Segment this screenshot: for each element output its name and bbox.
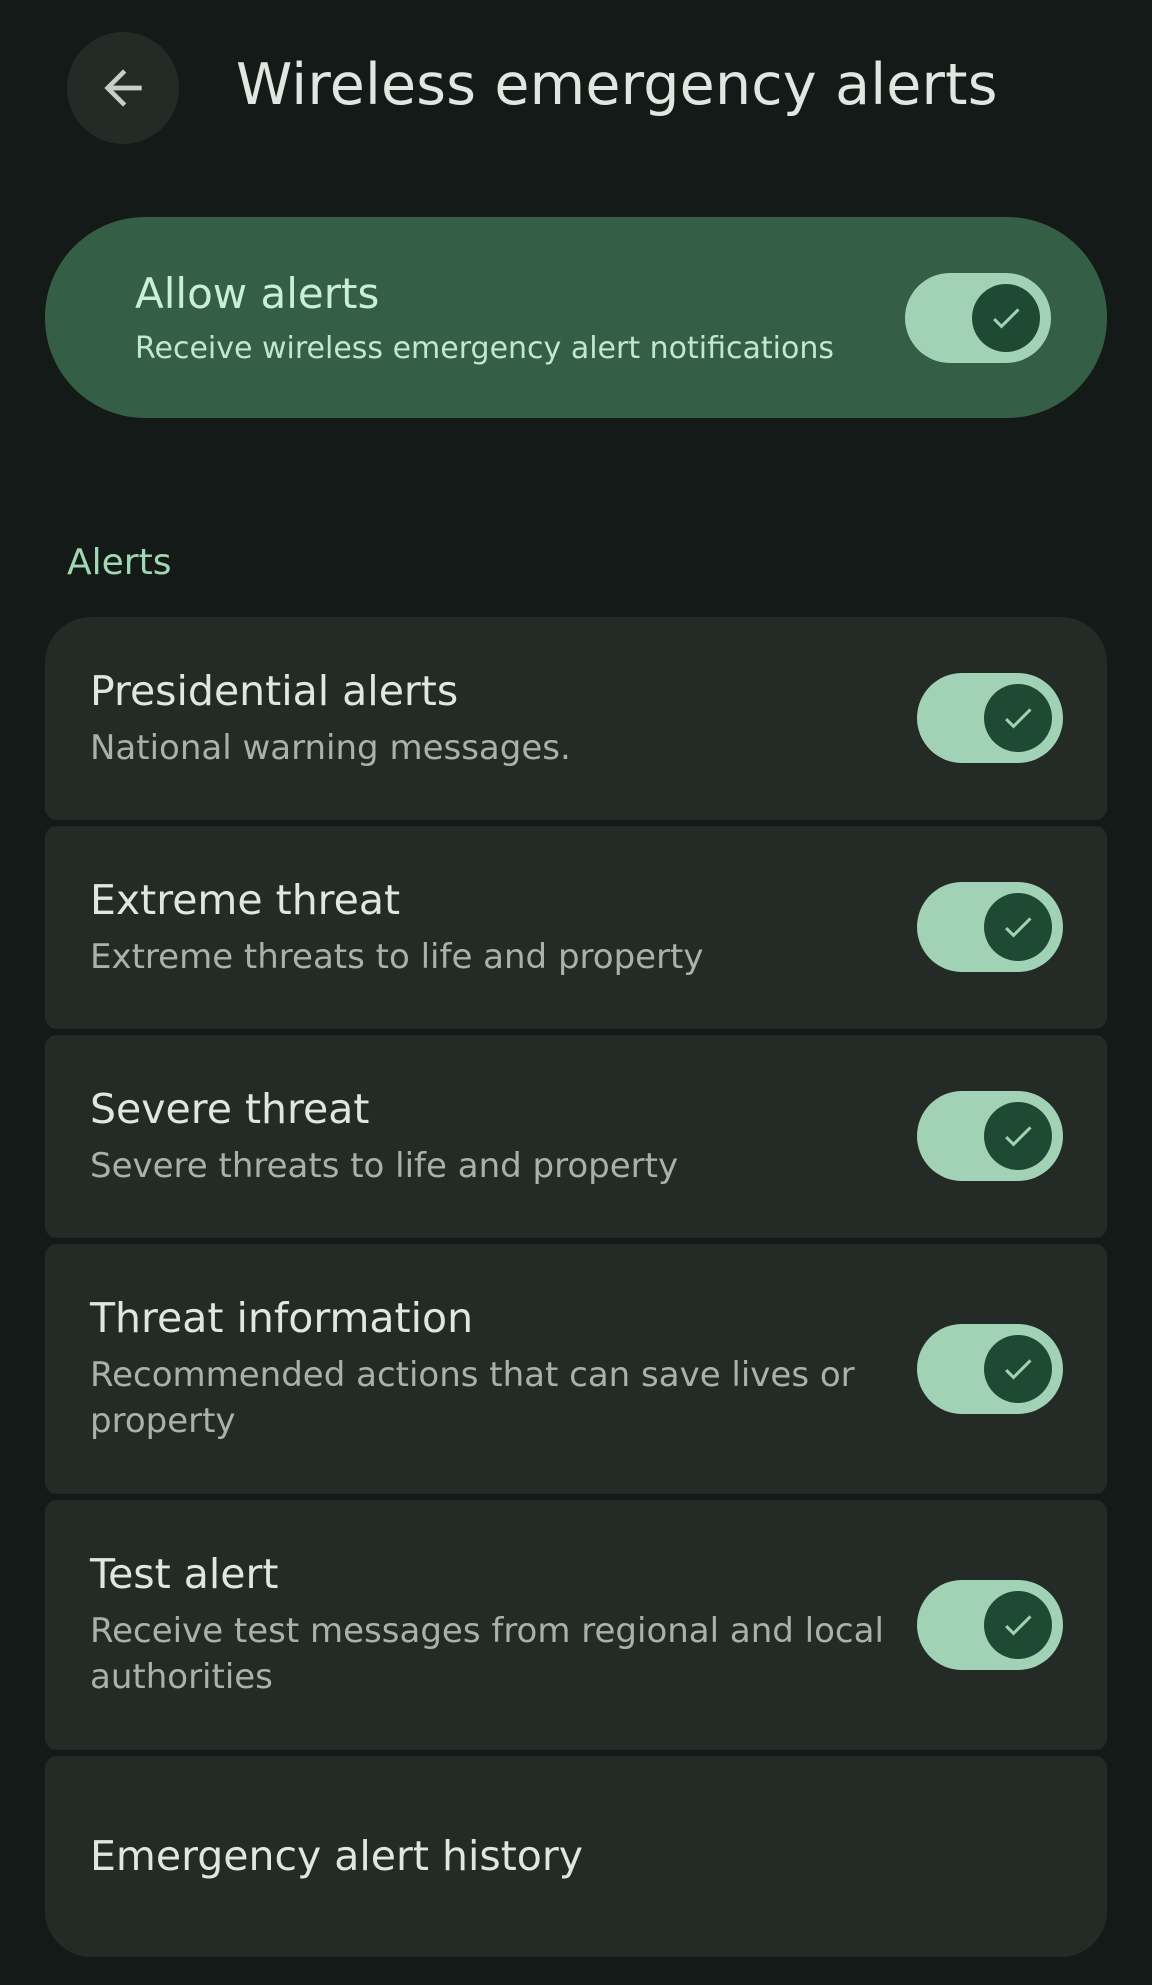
item-title: Severe threat <box>90 1085 370 1133</box>
allow-alerts-switch[interactable] <box>905 273 1051 363</box>
item-title: Extreme threat <box>90 876 401 924</box>
item-title: Presidential alerts <box>90 667 459 715</box>
item-subtitle: Extreme threats to life and property <box>90 937 704 977</box>
check-icon <box>1005 708 1032 729</box>
page-title: Wireless emergency alerts <box>236 52 998 118</box>
allow-alerts-title: Allow alerts <box>135 269 380 318</box>
settings-screen: Wireless emergency alerts Allow alerts R… <box>0 0 1152 1985</box>
list-item-severe-threat[interactable]: Severe threat Severe threats to life and… <box>45 1035 1107 1238</box>
item-title: Threat information <box>90 1294 474 1342</box>
switch-thumb <box>984 1335 1052 1403</box>
list-item-threat-information[interactable]: Threat information Recommended actions t… <box>45 1244 1107 1494</box>
switch-thumb <box>984 1591 1052 1659</box>
severe-threat-switch[interactable] <box>917 1091 1063 1181</box>
list-item-presidential-alerts[interactable]: Presidential alerts National warning mes… <box>45 617 1107 820</box>
alerts-list: Presidential alerts National warning mes… <box>45 617 1107 1957</box>
extreme-threat-switch[interactable] <box>917 882 1063 972</box>
item-subtitle: Receive test messages from regional and … <box>90 1611 884 1697</box>
list-item-emergency-alert-history[interactable]: Emergency alert history <box>45 1756 1107 1957</box>
test-alert-switch[interactable] <box>917 1580 1063 1670</box>
arrow-back-icon <box>104 69 142 107</box>
check-icon <box>1005 1359 1032 1380</box>
presidential-alerts-switch[interactable] <box>917 673 1063 763</box>
check-icon <box>1005 1126 1032 1147</box>
check-icon <box>1005 917 1032 938</box>
check-icon <box>993 308 1020 329</box>
top-app-bar: Wireless emergency alerts <box>0 0 1152 180</box>
section-header-alerts: Alerts <box>67 542 172 583</box>
check-icon <box>1005 1615 1032 1636</box>
switch-thumb <box>972 284 1040 352</box>
switch-thumb <box>984 684 1052 752</box>
list-item-test-alert[interactable]: Test alert Receive test messages from re… <box>45 1500 1107 1750</box>
allow-alerts-subtitle: Receive wireless emergency alert notific… <box>135 331 834 366</box>
item-title: Test alert <box>90 1550 279 1598</box>
item-subtitle: Recommended actions that can save lives … <box>90 1355 855 1441</box>
list-item-extreme-threat[interactable]: Extreme threat Extreme threats to life a… <box>45 826 1107 1029</box>
back-button[interactable] <box>67 32 179 144</box>
switch-thumb <box>984 893 1052 961</box>
item-subtitle: Severe threats to life and property <box>90 1146 679 1186</box>
allow-alerts-row[interactable]: Allow alerts Receive wireless emergency … <box>45 217 1107 418</box>
threat-information-switch[interactable] <box>917 1324 1063 1414</box>
switch-thumb <box>984 1102 1052 1170</box>
item-title: Emergency alert history <box>90 1832 584 1880</box>
item-subtitle: National warning messages. <box>90 728 571 768</box>
